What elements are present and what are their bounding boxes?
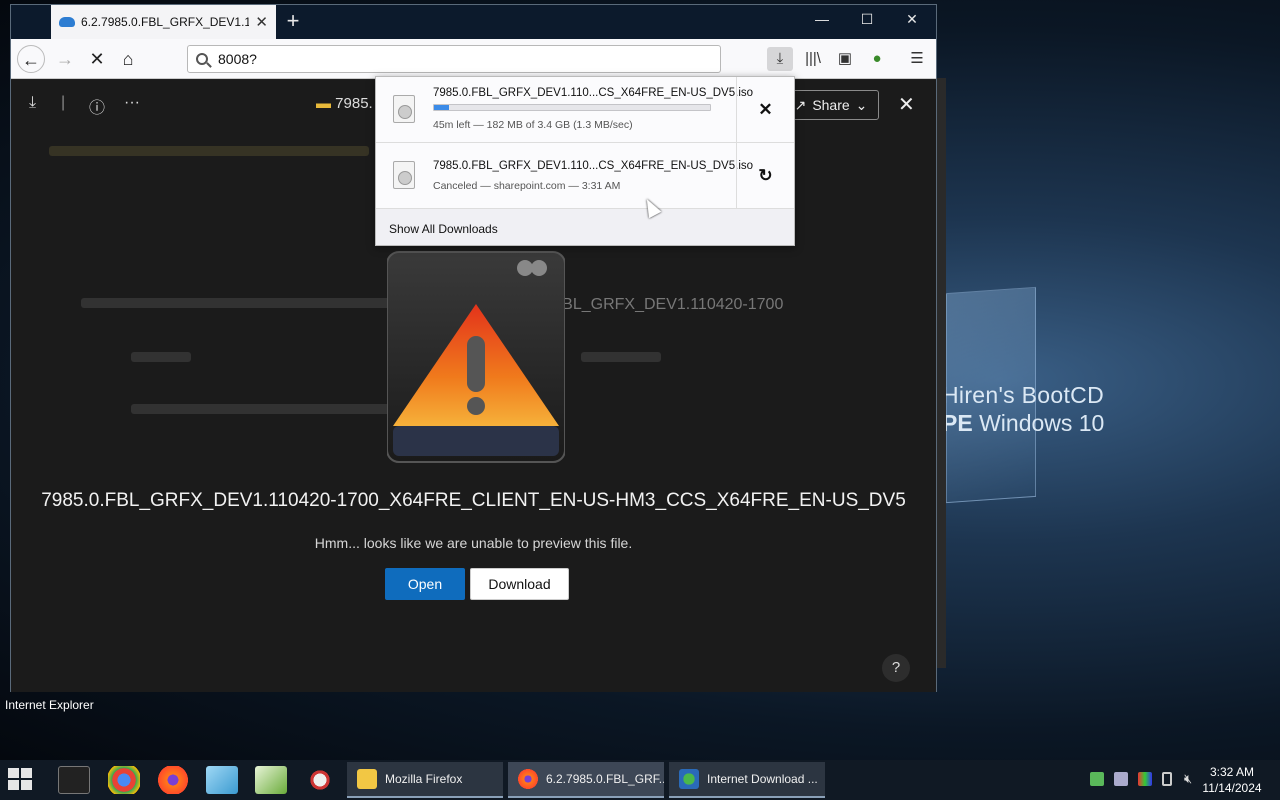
download-button[interactable]: Download (470, 568, 569, 600)
minimize-button[interactable]: — (802, 11, 842, 27)
sidebar-icon[interactable]: ▣ (832, 47, 858, 71)
download-status: Canceled — sharepoint.com — 3:31 AM (433, 180, 621, 192)
home-icon[interactable]: ⌂ (114, 45, 142, 73)
network-tray-icon[interactable] (1090, 772, 1104, 786)
usb-tray-icon[interactable] (1162, 772, 1172, 786)
terminal-icon[interactable] (58, 766, 90, 794)
folder-icon: ▬ (316, 95, 336, 112)
taskbar-item-idm[interactable]: Internet Download ... (669, 762, 825, 798)
preview-message: Hmm... looks like we are unable to previ… (314, 535, 633, 551)
download-progress-fill (434, 105, 449, 110)
new-tab-button[interactable]: + (281, 10, 305, 34)
tab-title: 6.2.7985.0.FBL_GRFX_DEV1.11042 (81, 15, 249, 29)
file-icon (393, 161, 415, 189)
download-filename: 7985.0.FBL_GRFX_DEV1.110...CS_X64FRE_EN-… (433, 87, 754, 99)
preview-file-title: 7985.0.FBL_GRFX_DEV1.110420-1700_X64FRE_… (41, 490, 906, 511)
chevron-down-icon: ⌄ (855, 96, 868, 113)
tab-bar: 6.2.7985.0.FBL_GRFX_DEV1.11042 ✕ + — ☐ ✕ (11, 5, 936, 39)
download-item[interactable]: 7985.0.FBL_GRFX_DEV1.110...CS_X64FRE_EN-… (376, 77, 794, 143)
onedrive-icon (59, 17, 75, 27)
notes-icon[interactable] (206, 766, 238, 794)
cancel-download-icon[interactable]: ✕ (736, 77, 794, 143)
nav-bar: ← → ✕ ⌂ 8008? ⤓ |||\ ▣ ● ☰ (11, 39, 936, 79)
help-icon[interactable]: ? (882, 654, 910, 682)
menu-icon[interactable]: ☰ (904, 47, 930, 71)
url-bar[interactable]: 8008? (187, 45, 721, 73)
background-window-edge (936, 78, 946, 668)
taskbar-item-firefox[interactable]: Mozilla Firefox (347, 762, 503, 798)
start-button[interactable] (8, 768, 34, 792)
library-icon[interactable]: |||\ (800, 47, 826, 71)
stop-button[interactable]: ✕ (83, 45, 111, 73)
forward-button[interactable]: → (51, 45, 79, 73)
tool-icon[interactable] (304, 766, 336, 794)
chrome-icon[interactable] (108, 766, 140, 794)
downloads-panel: 7985.0.FBL_GRFX_DEV1.110...CS_X64FRE_EN-… (375, 76, 795, 246)
downloads-icon[interactable]: ⤓ (767, 47, 793, 71)
retry-download-icon[interactable]: ↻ (736, 143, 794, 209)
tab-close-icon[interactable]: ✕ (255, 13, 268, 31)
folder-icon (357, 769, 377, 789)
clock-time: 3:32 AM (1209, 765, 1255, 779)
download-progress-bar (433, 104, 711, 111)
taskbar: Mozilla Firefox 6.2.7985.0.FBL_GRF... In… (0, 760, 1280, 800)
info-icon[interactable]: ⓘ (89, 94, 105, 118)
download-item[interactable]: 7985.0.FBL_GRFX_DEV1.110...CS_X64FRE_EN-… (376, 143, 794, 209)
warning-file-icon (387, 251, 565, 463)
notepad-icon[interactable] (255, 766, 287, 794)
clock-date: 11/14/2024 (1202, 781, 1262, 795)
idm-icon (679, 769, 699, 789)
more-icon[interactable]: ··· (124, 94, 140, 112)
search-icon (196, 53, 208, 65)
display-tray-icon[interactable] (1114, 772, 1128, 786)
url-text[interactable]: 8008? (218, 51, 257, 67)
download-icon[interactable]: ⤓ (29, 94, 36, 112)
taskbar-item-onedrive[interactable]: 6.2.7985.0.FBL_GRF... (508, 762, 664, 798)
tab-active[interactable]: 6.2.7985.0.FBL_GRFX_DEV1.11042 ✕ (51, 5, 276, 39)
wallpaper-title: Hiren's BootCD (942, 382, 1104, 408)
share-button[interactable]: ↗ Share ⌄ (783, 90, 879, 120)
show-all-downloads-button[interactable]: Show All Downloads (376, 209, 794, 245)
maximize-button[interactable]: ☐ (847, 11, 887, 28)
back-button[interactable]: ← (17, 45, 45, 73)
separator: | (61, 94, 66, 111)
download-filename: 7985.0.FBL_GRFX_DEV1.110...CS_X64FRE_EN-… (433, 160, 754, 172)
viewer-filename: ▬ 7985. (316, 95, 373, 112)
system-clock[interactable]: 3:32 AM 11/14/2024 (1196, 764, 1268, 796)
open-button[interactable]: Open (385, 568, 465, 600)
download-status: 45m left — 182 MB of 3.4 GB (1.3 MB/sec) (433, 119, 633, 131)
file-icon (393, 95, 415, 123)
extension-icon[interactable]: ● (864, 47, 890, 71)
color-tray-icon[interactable] (1138, 772, 1152, 786)
close-viewer-icon[interactable]: ✕ (898, 92, 915, 117)
firefox-icon (518, 769, 538, 789)
wallpaper-subtitle: PE Windows 10 (942, 410, 1105, 436)
firefox-icon[interactable] (157, 766, 189, 794)
close-window-button[interactable]: ✕ (892, 11, 932, 28)
desktop-icon-label[interactable]: Internet Explorer (5, 698, 94, 712)
share-icon: ↗ (794, 96, 807, 113)
